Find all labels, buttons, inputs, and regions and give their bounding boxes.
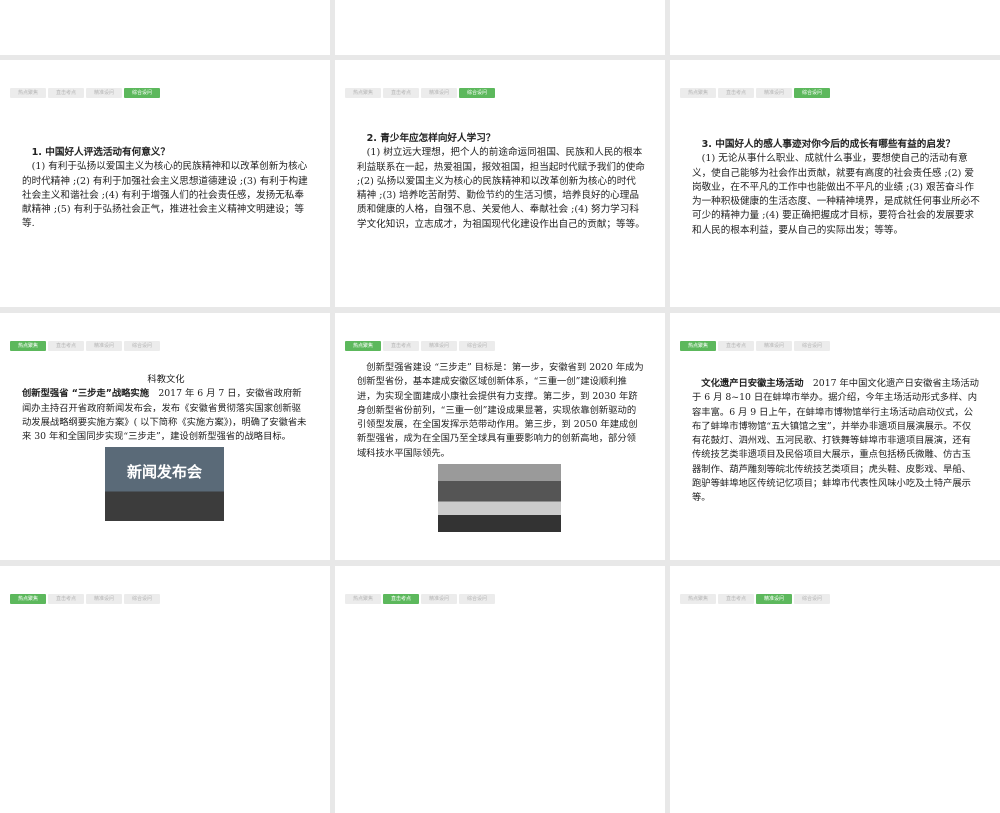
news-headline: 创新型强省 “三步走”战略实施 <box>22 388 150 400</box>
slide-thumbnail[interactable]: 热点聚焦 直击考点 精准设问 综合设问 文化遗产日安徽主场活动 2017 年中国文化遗… <box>670 313 1000 560</box>
strategy-text: 创新型强省建设 “三步走” 目标是：第一步，安徽省到 2020 年成为创新型省份… <box>357 362 644 459</box>
answer-text: (1) 树立远大理想，把个人的前途命运同祖国、民族和人民的根本利益联系在一起，热… <box>357 147 645 230</box>
tab-precise-questions[interactable]: 精准设问 <box>421 341 457 351</box>
slide-thumbnail[interactable]: 热点聚焦 直击考点 精准设问 综合设问 3. 中国好人的感人事迹对你今后的成长有哪些有… <box>670 60 1000 307</box>
slide-thumbnail[interactable]: 热点聚焦 直击考点 精准设问 综合设问 1. 中国好人评选活动有何意义？ (1) 有利… <box>0 60 330 307</box>
tab-hot-focus[interactable]: 热点聚焦 <box>10 341 46 351</box>
section-heading: 科教文化 <box>147 374 185 385</box>
question-title: 3. 中国好人的感人事迹对你今后的成长有哪些有益的启发？ <box>701 139 956 150</box>
tab-comprehensive-questions[interactable]: 综合设问 <box>794 88 830 98</box>
slide-tabs: 热点聚焦 直击考点 精准设问 综合设问 <box>345 88 495 98</box>
tab-hot-focus[interactable]: 热点聚焦 <box>10 594 46 604</box>
tab-hot-focus[interactable]: 热点聚焦 <box>345 88 381 98</box>
slide-thumbnail[interactable]: 热点聚焦 直击考点 精准设问 综合设问 2. 青少年应怎样向好人学习？ (1) 树立远… <box>335 60 665 307</box>
tab-precise-questions[interactable]: 精准设问 <box>756 594 792 604</box>
news-text: 2017 年中国文化遗产日安徽省主场活动于 6 月 8~10 日在蚌埠市举办。据… <box>692 378 979 504</box>
tab-key-points[interactable]: 直击考点 <box>383 341 419 351</box>
slide-thumbnail[interactable] <box>670 0 1000 55</box>
answer-text: (1) 无论从事什么职业、成就什么事业，要想使自己的活动有意义，使自己能够为社会… <box>692 153 980 236</box>
press-conference-photo: 新闻发布会 <box>105 447 224 521</box>
slide-thumbnail[interactable] <box>0 0 330 55</box>
news-headline: 文化遗产日安徽主场活动 <box>701 378 804 389</box>
slide-thumbnail[interactable]: 热点聚焦 直击考点 精准设问 综合设问 科教文化 创新型强省 “三步走”战略实施 20… <box>0 313 330 560</box>
question-title: 2. 青少年应怎样向好人学习？ <box>366 133 496 144</box>
tab-key-points[interactable]: 直击考点 <box>48 594 84 604</box>
slide-tabs: 热点聚焦 直击考点 精准设问 综合设问 <box>10 88 160 98</box>
tab-comprehensive-questions[interactable]: 综合设问 <box>124 594 160 604</box>
tab-precise-questions[interactable]: 精准设问 <box>86 88 122 98</box>
tab-comprehensive-questions[interactable]: 综合设问 <box>794 594 830 604</box>
tab-key-points[interactable]: 直击考点 <box>718 88 754 98</box>
slide-thumbnail[interactable]: 热点聚焦 直击考点 精准设问 综合设问 <box>670 566 1000 813</box>
tab-hot-focus[interactable]: 热点聚焦 <box>345 594 381 604</box>
tab-comprehensive-questions[interactable]: 综合设问 <box>794 341 830 351</box>
slide-tabs: 热点聚焦 直击考点 精准设问 综合设问 <box>680 594 830 604</box>
tab-key-points[interactable]: 直击考点 <box>383 594 419 604</box>
tab-key-points[interactable]: 直击考点 <box>48 88 84 98</box>
tab-hot-focus[interactable]: 热点聚焦 <box>680 341 716 351</box>
slide-tabs: 热点聚焦 直击考点 精准设问 综合设问 <box>10 594 160 604</box>
tab-comprehensive-questions[interactable]: 综合设问 <box>459 341 495 351</box>
slide-thumbnail[interactable]: 热点聚焦 直击考点 精准设问 综合设问 <box>0 566 330 813</box>
tab-hot-focus[interactable]: 热点聚焦 <box>10 88 46 98</box>
ceremony-photo <box>438 464 561 532</box>
slide-tabs: 热点聚焦 直击考点 精准设问 综合设问 <box>10 341 160 351</box>
tab-key-points[interactable]: 直击考点 <box>383 88 419 98</box>
question-title: 1. 中国好人评选活动有何意义？ <box>31 147 170 158</box>
tab-key-points[interactable]: 直击考点 <box>48 341 84 351</box>
tab-comprehensive-questions[interactable]: 综合设问 <box>459 594 495 604</box>
tab-key-points[interactable]: 直击考点 <box>718 341 754 351</box>
tab-key-points[interactable]: 直击考点 <box>718 594 754 604</box>
slide-thumbnail[interactable] <box>335 0 665 55</box>
tab-hot-focus[interactable]: 热点聚焦 <box>680 594 716 604</box>
tab-precise-questions[interactable]: 精准设问 <box>86 594 122 604</box>
slide-tabs: 热点聚焦 直击考点 精准设问 综合设问 <box>680 341 830 351</box>
slide-tabs: 热点聚焦 直击考点 精准设问 综合设问 <box>680 88 830 98</box>
tab-hot-focus[interactable]: 热点聚焦 <box>345 341 381 351</box>
answer-text: (1) 有利于弘扬以爱国主义为核心的民族精神和以改革创新为核心的时代精神 ;(2… <box>22 161 308 230</box>
slide-thumbnail[interactable]: 热点聚焦 直击考点 精准设问 综合设问 <box>335 566 665 813</box>
tab-precise-questions[interactable]: 精准设问 <box>86 341 122 351</box>
tab-comprehensive-questions[interactable]: 综合设问 <box>459 88 495 98</box>
tab-comprehensive-questions[interactable]: 综合设问 <box>124 341 160 351</box>
tab-hot-focus[interactable]: 热点聚焦 <box>680 88 716 98</box>
slide-thumbnail[interactable]: 热点聚焦 直击考点 精准设问 综合设问 创新型强省建设 “三步走” 目标是：第一步，安… <box>335 313 665 560</box>
slide-tabs: 热点聚焦 直击考点 精准设问 综合设问 <box>345 341 495 351</box>
tab-precise-questions[interactable]: 精准设问 <box>756 341 792 351</box>
tab-comprehensive-questions[interactable]: 综合设问 <box>124 88 160 98</box>
slide-tabs: 热点聚焦 直击考点 精准设问 综合设问 <box>345 594 495 604</box>
tab-precise-questions[interactable]: 精准设问 <box>756 88 792 98</box>
tab-precise-questions[interactable]: 精准设问 <box>421 594 457 604</box>
tab-precise-questions[interactable]: 精准设问 <box>421 88 457 98</box>
